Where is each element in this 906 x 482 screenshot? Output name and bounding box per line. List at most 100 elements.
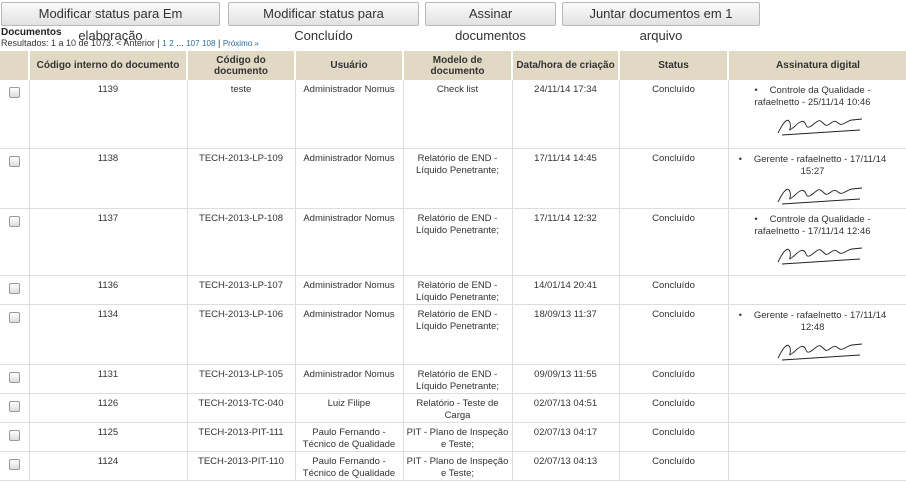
next-page-link[interactable]: Próximo » (223, 39, 259, 48)
row-checkbox[interactable] (8, 87, 20, 98)
user-cell: Administrador Nomus (295, 364, 404, 394)
documents-table-container: Código interno do documento Código do do… (0, 51, 906, 482)
row-select-cell (0, 451, 30, 481)
internal-code-cell: 1124 (29, 451, 188, 481)
user-cell: Paulo Fernando - Técnico de Qualidade (295, 422, 404, 452)
document-code-cell: TECH-2013-PIT-111 (187, 422, 296, 452)
merge-documents-button[interactable]: Juntar documentos em 1 arquivo (562, 2, 760, 43)
document-code-cell: TECH-2013-LP-106 (187, 304, 296, 365)
internal-code-cell: 1126 (29, 393, 188, 423)
user-cell: Administrador Nomus (295, 80, 404, 149)
status-cell: Concluído (619, 275, 729, 305)
row-checkbox[interactable] (8, 282, 20, 294)
model-cell: PIT - Plano de Inspeção e Teste; (403, 422, 513, 452)
status-cell: Concluído (619, 148, 729, 209)
table-row[interactable]: 1136 TECH-2013-LP-107 Administrador Nomus R… (0, 275, 906, 305)
row-checkbox[interactable] (8, 311, 20, 323)
created-date-cell: 02/07/13 04:13 (512, 451, 620, 481)
internal-code-cell: 1136 (29, 275, 188, 305)
bullet-icon: • (738, 309, 742, 320)
digital-signature-cell (728, 275, 906, 305)
row-checkbox[interactable] (8, 429, 20, 441)
row-select-cell (0, 148, 30, 209)
digital-signature-cell: • Controle da Qualidade - rafaelnetto - 2… (728, 80, 906, 149)
document-code-cell: TECH-2013-LP-108 (187, 208, 296, 276)
row-select-cell (0, 80, 30, 149)
document-code-cell: TECH-2013-LP-105 (187, 364, 296, 394)
table-row[interactable]: 1134 TECH-2013-LP-106 Administrador Nomus R… (0, 304, 906, 365)
digital-signature-cell (728, 422, 906, 452)
created-date-cell: 02/07/13 04:17 (512, 422, 620, 452)
signature-text: Gerente - rafaelnetto - 17/11/14 12:48 (753, 309, 887, 333)
previous-page-link[interactable]: < Anterior (116, 38, 155, 48)
internal-code-cell: 1125 (29, 422, 188, 452)
column-header[interactable]: Modelo de documento (403, 51, 513, 80)
user-cell: Luiz Filipe (295, 393, 404, 423)
set-status-done-button[interactable]: Modificar status para Concluído (228, 2, 419, 43)
row-checkbox[interactable] (8, 400, 20, 412)
column-header[interactable]: Assinatura digital (728, 51, 906, 80)
signature-image (777, 247, 863, 264)
row-select-cell (0, 422, 30, 452)
model-cell: Relatório de END - Líquido Penetrante; (403, 304, 513, 365)
row-checkbox[interactable] (8, 155, 20, 167)
row-checkbox[interactable] (8, 215, 20, 227)
digital-signature-cell (728, 393, 906, 423)
table-row[interactable]: 1125 TECH-2013-PIT-111 Paulo Fernando - Té… (0, 422, 906, 452)
bullet-icon: • (738, 153, 742, 164)
status-cell: Concluído (619, 451, 729, 481)
column-header[interactable]: Status (619, 51, 729, 80)
table-row[interactable]: 1124 TECH-2013-PIT-110 Paulo Fernando - Té… (0, 451, 906, 481)
page-108-link[interactable]: 108 (202, 39, 215, 48)
created-date-cell: 17/11/14 14:45 (512, 148, 620, 209)
column-header[interactable]: Código do documento (187, 51, 296, 80)
model-cell: Relatório - Teste de Carga (403, 393, 513, 423)
created-date-cell: 02/07/13 04:51 (512, 393, 620, 423)
signature-text: Gerente - rafaelnetto - 17/11/14 15:27 (753, 153, 887, 177)
model-cell: Relatório de END - Líquido Penetrante; (403, 275, 513, 305)
table-row[interactable]: 1138 TECH-2013-LP-109 Administrador Nomus R… (0, 148, 906, 209)
table-row[interactable]: 1131 TECH-2013-LP-105 Administrador Nomus R… (0, 364, 906, 394)
toolbar: Modificar status para Em elaboração Modi… (0, 0, 906, 43)
internal-code-cell: 1139 (29, 80, 188, 149)
document-code-cell: TECH-2013-TC-040 (187, 393, 296, 423)
table-row[interactable]: 1139 teste Administrador Nomus Check list 24… (0, 80, 906, 149)
column-header[interactable]: Usuário (295, 51, 404, 80)
signature-image (774, 179, 864, 207)
pagination-separator: | (217, 38, 221, 48)
user-cell: Administrador Nomus (295, 208, 404, 276)
user-cell: Paulo Fernando - Técnico de Qualidade (295, 451, 404, 481)
table-row[interactable]: 1137 TECH-2013-LP-108 Administrador Nomus R… (0, 208, 906, 276)
column-header[interactable]: Data/hora de criação (512, 51, 620, 80)
page-1-link[interactable]: 1 (162, 39, 166, 48)
model-cell: PIT - Plano de Inspeção e Teste; (403, 451, 513, 481)
created-date-cell: 17/11/14 12:32 (512, 208, 620, 276)
signature-text: Controle da Qualidade - rafaelnetto - 25… (754, 85, 871, 108)
model-cell: Relatório de END - Líquido Penetrante; (403, 208, 513, 276)
pagination: Resultados: 1 a 10 de 1073. < Anterior |… (1, 38, 259, 48)
documents-table: Código interno do documento Código do do… (0, 51, 906, 481)
bullet-icon: • (754, 85, 758, 95)
set-status-draft-button[interactable]: Modificar status para Em elaboração (1, 2, 220, 43)
document-code-cell: TECH-2013-LP-107 (187, 275, 296, 305)
status-cell: Concluído (619, 304, 729, 365)
page-107-link[interactable]: 107 (186, 39, 199, 48)
sign-documents-button[interactable]: Assinar documentos (425, 2, 556, 43)
internal-code-cell: 1134 (29, 304, 188, 365)
row-checkbox[interactable] (8, 458, 20, 470)
select-column-header (0, 51, 30, 80)
created-date-cell: 24/11/14 17:34 (512, 80, 620, 149)
table-row[interactable]: 1126 TECH-2013-TC-040 Luiz Filipe Relatório… (0, 393, 906, 423)
digital-signature-cell: • Gerente - rafaelnetto - 17/11/14 15:27 (728, 148, 906, 209)
page-2-link[interactable]: 2 (169, 39, 173, 48)
status-cell: Concluído (619, 364, 729, 394)
digital-signature-cell: • Controle da Qualidade - rafaelnetto - 1… (728, 208, 906, 276)
column-header[interactable]: Código interno do documento (29, 51, 188, 80)
row-select-cell (0, 208, 30, 276)
digital-signature-cell (728, 451, 906, 481)
row-checkbox[interactable] (8, 371, 20, 383)
internal-code-cell: 1137 (29, 208, 188, 276)
row-select-cell (0, 275, 30, 305)
signature-text: Controle da Qualidade - rafaelnetto - 17… (754, 213, 871, 237)
status-cell: Concluído (619, 422, 729, 452)
